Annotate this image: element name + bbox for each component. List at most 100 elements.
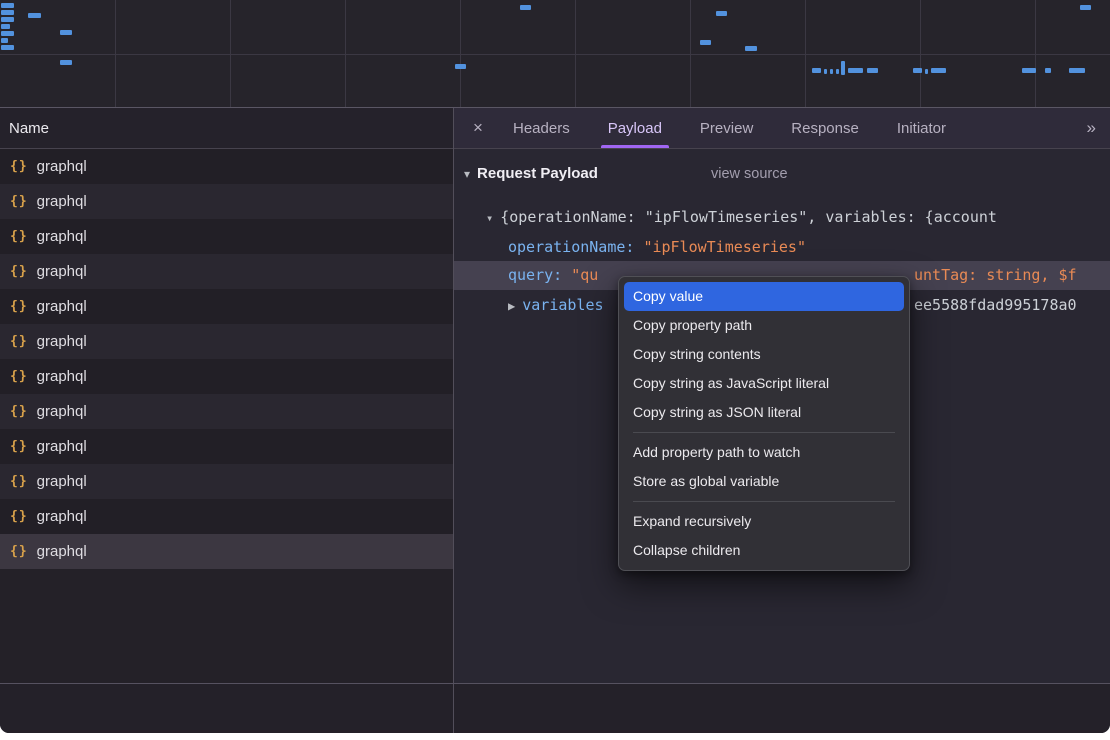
property-value-tail: ee5588fdad995178a0 [914,291,1077,320]
menu-item-copy-property-path[interactable]: Copy property path [624,311,904,340]
network-activity-bar [812,68,821,73]
menu-item-copy-string-as-javascript-literal[interactable]: Copy string as JavaScript literal [624,369,904,398]
payload-root-row[interactable]: ▾ {operationName: "ipFlowTimeseries", var… [454,203,1110,232]
network-activity-bar [1,38,8,43]
property-key: variables [522,296,603,314]
request-name: graphql [37,228,87,245]
property-key: query: [508,266,562,284]
network-request-row[interactable]: {} graphql [0,254,453,289]
menu-item-copy-value[interactable]: Copy value [624,282,904,311]
expand-icon[interactable]: ▶ [508,292,515,321]
collapse-icon[interactable]: ▾ [486,204,493,233]
network-activity-bar [520,5,531,10]
json-icon: {} [10,509,28,524]
network-activity-bar [913,68,922,73]
tab-headers[interactable]: Headers [494,108,589,148]
json-icon: {} [10,264,28,279]
network-request-row[interactable]: {} graphql [0,219,453,254]
menu-item-copy-string-as-json-literal[interactable]: Copy string as JSON literal [624,398,904,427]
tab-preview[interactable]: Preview [681,108,772,148]
json-icon: {} [10,544,28,559]
section-title: Request Payload [477,165,598,182]
network-request-row[interactable]: {} graphql [0,464,453,499]
tab-initiator[interactable]: Initiator [878,108,965,148]
network-activity-bar [28,13,41,18]
request-payload-header[interactable]: ▾ Request Payload [464,165,598,182]
network-activity-bar [824,69,827,74]
network-request-row[interactable]: {} graphql [0,499,453,534]
network-activity-bar [925,69,928,74]
network-activity-bar [60,60,72,65]
request-name: graphql [37,158,87,175]
network-request-row[interactable]: {}graphql [0,289,453,324]
name-column-label: Name [9,120,49,137]
network-activity-bar [1045,68,1051,73]
network-request-row[interactable]: {} graphql [0,184,453,219]
menu-item-store-as-global-variable[interactable]: Store as global variable [624,467,904,496]
request-name: graphql [37,543,87,560]
request-name: graphql [37,473,87,490]
menu-separator [633,432,895,433]
json-icon: {} [10,474,28,489]
request-list: {} graphql {} graphql {} graphql {} graphql {} gr… [0,149,453,683]
network-activity-bar [700,40,711,45]
more-tabs-icon[interactable]: » [1087,118,1096,138]
network-activity-bar [836,69,839,74]
menu-item-add-property-path-to-watch[interactable]: Add property path to watch [624,438,904,467]
request-name: graphql [37,508,87,525]
network-request-row[interactable]: {} graphql [0,149,453,184]
property-key: operationName: [508,238,634,256]
json-icon: {} [10,369,28,384]
status-bar [0,683,1110,733]
network-request-row[interactable]: {}graphql [0,394,453,429]
menu-item-expand-recursively[interactable]: Expand recursively [624,507,904,536]
network-activity-bar [1,10,14,15]
network-overview-timeline[interactable] [0,0,1110,108]
panel-divider [453,684,454,733]
request-name: graphql [37,333,87,350]
network-activity-bar [1,24,10,29]
network-activity-bar [1,3,14,8]
menu-item-copy-string-contents[interactable]: Copy string contents [624,340,904,369]
tab-payload[interactable]: Payload [589,108,681,148]
network-activity-bar [1080,5,1091,10]
network-activity-bar [931,68,946,73]
operation-name-row[interactable]: operationName: "ipFlowTimeseries" [454,233,1110,262]
network-activity-bar [1,31,14,36]
close-icon[interactable]: × [466,118,490,138]
name-column-header[interactable]: Name [0,108,453,149]
view-source-link[interactable]: view source [711,166,788,182]
request-name: graphql [37,193,87,210]
network-activity-bar [867,68,878,73]
json-icon: {} [10,229,28,244]
property-value: "ipFlowTimeseries" [643,238,806,256]
network-activity-bar [1,17,14,22]
menu-separator [633,501,895,502]
json-icon: {} [10,299,28,314]
request-name: graphql [37,368,87,385]
tab-response[interactable]: Response [772,108,878,148]
requests-panel: Name {}graphql{}graphql{}graphql{}graphq… [0,108,454,683]
property-value-tail: untTag: string, $f [914,261,1077,290]
json-icon: {} [10,194,28,209]
detail-tabs: HeadersPayloadPreviewResponseInitiator [494,108,965,148]
network-activity-bar [716,11,727,16]
json-icon: {} [10,334,28,349]
network-activity-bar [848,68,863,73]
network-request-row[interactable]: {} graphql [0,324,453,359]
network-activity-bar [830,69,833,74]
object-preview: {operationName: "ipFlowTimeseries", vari… [500,208,997,226]
context-menu: Copy valueCopy property pathCopy string … [618,276,910,571]
network-request-row[interactable]: {} graphql [0,359,453,394]
collapse-icon[interactable]: ▾ [464,167,470,181]
json-icon: {} [10,439,28,454]
json-icon: {} [10,159,28,174]
network-request-row[interactable]: {} graphql [0,534,453,569]
network-request-row[interactable]: {}graphql [0,429,453,464]
timeline-gridline [0,54,1110,55]
detail-tabbar: × HeadersPayloadPreviewResponseInitiator… [454,108,1110,149]
request-name: graphql [37,263,87,280]
menu-item-collapse-children[interactable]: Collapse children [624,536,904,565]
network-activity-bar [745,46,757,51]
main-split: Name {}graphql{}graphql{}graphql{}graphq… [0,108,1110,683]
